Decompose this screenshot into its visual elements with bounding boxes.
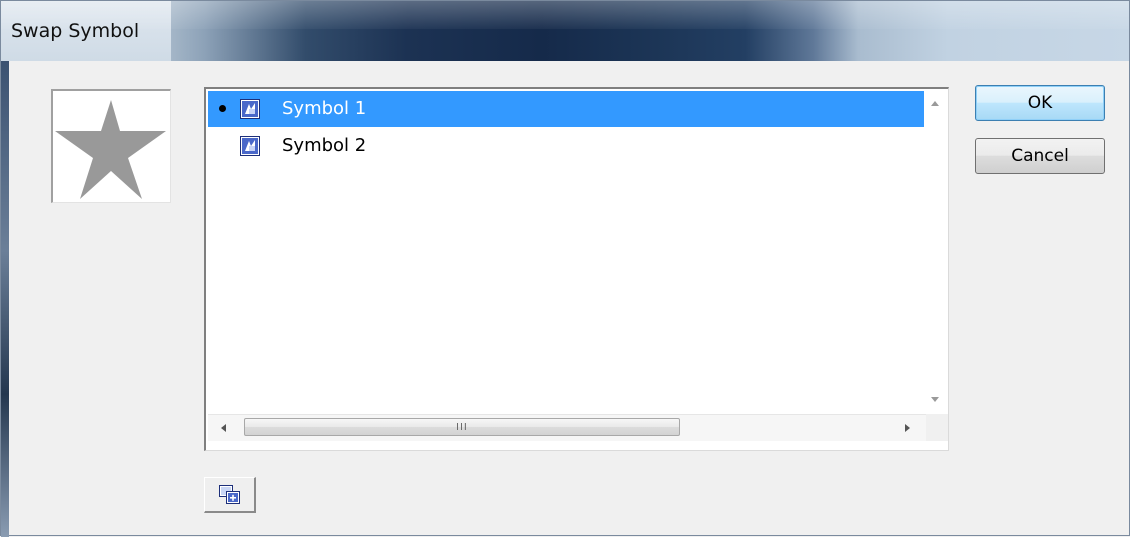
list-item-label: Symbol 2 (282, 135, 367, 156)
duplicate-symbol-icon (219, 485, 240, 504)
list-item-symbol-2[interactable]: Symbol 2 (208, 128, 924, 164)
scrollbar-corner (926, 414, 948, 441)
horizontal-scroll-thumb[interactable]: III (244, 418, 680, 436)
vertical-scrollbar[interactable] (924, 89, 946, 414)
cancel-button[interactable]: Cancel (975, 138, 1105, 174)
dialog-title: Swap Symbol (11, 20, 140, 42)
scroll-left-arrow-icon[interactable] (221, 424, 226, 432)
list-item-label: Symbol 1 (282, 98, 367, 119)
current-symbol-bullet-icon (219, 105, 226, 112)
movieclip-symbol-icon (240, 99, 260, 119)
movieclip-symbol-icon (240, 136, 260, 156)
duplicate-symbol-button[interactable] (204, 477, 256, 513)
title-bar[interactable]: Swap Symbol (1, 1, 1129, 61)
symbol-preview (51, 89, 171, 203)
swap-symbol-dialog: Swap Symbol Symbol 1 Symbol 2 III OK Can… (0, 0, 1130, 537)
list-item-symbol-1[interactable]: Symbol 1 (208, 91, 924, 127)
scroll-up-arrow-icon[interactable] (931, 101, 939, 106)
horizontal-scrollbar[interactable]: III (208, 414, 926, 441)
scroll-down-arrow-icon[interactable] (931, 397, 939, 402)
star-preview-icon (55, 100, 166, 199)
ok-button[interactable]: OK (975, 85, 1105, 121)
scroll-thumb-grip: III (456, 422, 468, 433)
symbol-list[interactable]: Symbol 1 Symbol 2 III (204, 87, 949, 451)
star-shape (55, 100, 166, 199)
window-frame-left (1, 61, 9, 537)
scroll-right-arrow-icon[interactable] (905, 424, 910, 432)
